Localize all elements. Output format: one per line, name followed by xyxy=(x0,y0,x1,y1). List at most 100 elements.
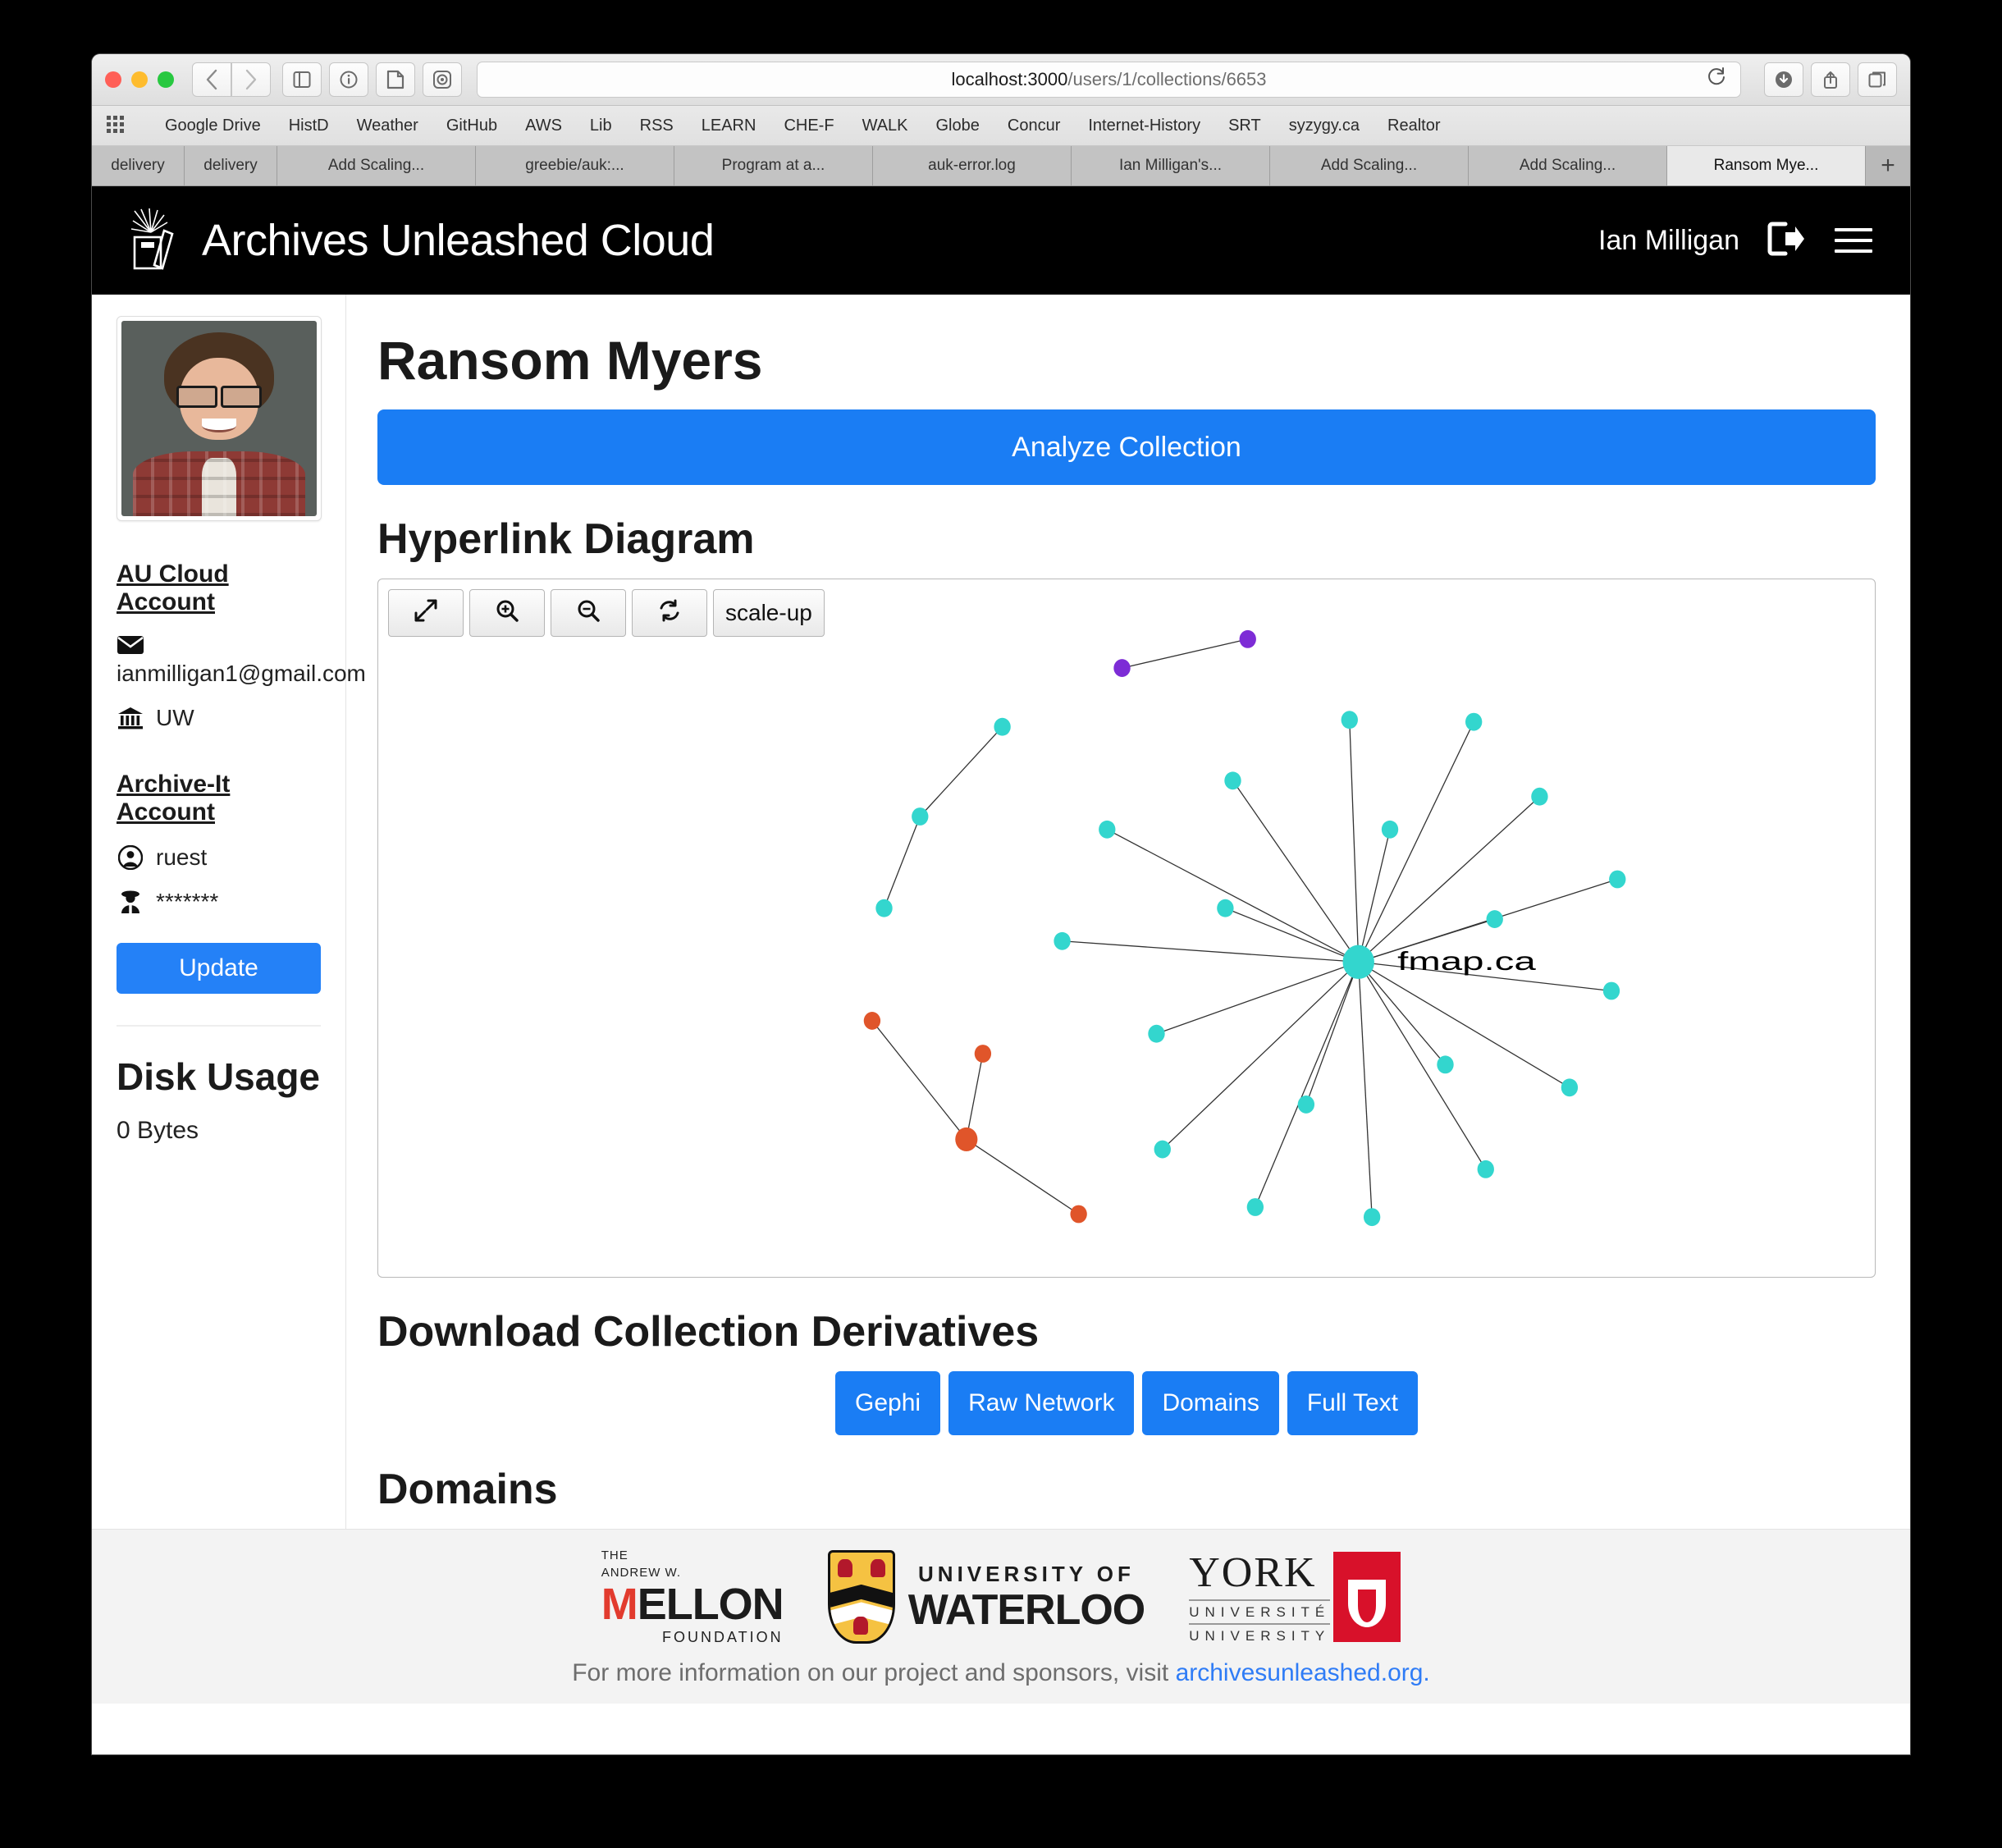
zoom-in-button[interactable] xyxy=(469,589,545,637)
graph-edge xyxy=(1306,962,1359,1105)
bookmark-item[interactable]: Weather xyxy=(343,117,432,135)
address-bar[interactable]: localhost:3000/users/1/collections/6653 xyxy=(477,62,1741,98)
hyperlink-diagram-panel[interactable]: scale-up fmap.ca xyxy=(377,579,1876,1278)
download-raw-network-button[interactable]: Raw Network xyxy=(948,1371,1135,1435)
graph-node[interactable] xyxy=(1113,659,1131,677)
browser-tab[interactable]: greebie/auk:... xyxy=(476,146,674,185)
brand[interactable]: Archives Unleashed Cloud xyxy=(130,208,715,274)
refresh-button[interactable] xyxy=(632,589,707,637)
browser-tab[interactable]: Add Scaling... xyxy=(1469,146,1667,185)
browser-tab[interactable]: Ian Milligan's... xyxy=(1072,146,1270,185)
download-full-text-button[interactable]: Full Text xyxy=(1287,1371,1418,1435)
graph-node[interactable] xyxy=(1099,820,1116,839)
graph-node[interactable] xyxy=(1609,870,1626,889)
browser-window: localhost:3000/users/1/collections/6653 xyxy=(92,54,1910,1754)
bookmark-item[interactable]: LEARN xyxy=(688,117,770,135)
bookmark-item[interactable]: AWS xyxy=(511,117,576,135)
expand-button[interactable] xyxy=(388,589,464,637)
sidebar-divider xyxy=(117,1025,321,1027)
analyze-collection-button[interactable]: Analyze Collection xyxy=(377,409,1876,485)
browser-tab[interactable]: delivery xyxy=(185,146,277,185)
browser-tab-active[interactable]: Ransom Mye... xyxy=(1667,146,1866,185)
zoom-out-button[interactable] xyxy=(551,589,626,637)
apps-grid-icon[interactable] xyxy=(107,116,126,135)
bookmark-item[interactable]: Realtor xyxy=(1374,117,1454,135)
graph-node[interactable] xyxy=(875,899,893,917)
browser-tab[interactable]: Add Scaling... xyxy=(277,146,476,185)
minimize-window-button[interactable] xyxy=(131,71,148,88)
bookmark-item[interactable]: Lib xyxy=(576,117,626,135)
graph-node[interactable] xyxy=(1297,1096,1315,1114)
bookmark-item[interactable]: syzygy.ca xyxy=(1275,117,1374,135)
graph-node[interactable] xyxy=(1561,1078,1579,1097)
reader-icon[interactable] xyxy=(376,62,415,97)
network-graph[interactable]: fmap.ca xyxy=(378,579,1875,1277)
reload-icon[interactable] xyxy=(1706,66,1727,93)
sign-out-icon[interactable] xyxy=(1767,221,1807,261)
bookmark-item[interactable]: SRT xyxy=(1214,117,1275,135)
download-domains-button[interactable]: Domains xyxy=(1142,1371,1279,1435)
bookmark-item[interactable]: HistD xyxy=(275,117,343,135)
graph-node[interactable] xyxy=(1246,1198,1264,1216)
archive-it-account-heading: Archive-It Account xyxy=(117,771,231,826)
browser-tab[interactable]: auk-error.log xyxy=(873,146,1072,185)
graph-node[interactable] xyxy=(1486,910,1503,928)
download-derivatives-title: Download Collection Derivatives xyxy=(377,1308,1040,1356)
back-icon[interactable] xyxy=(192,62,231,97)
browser-tab[interactable]: Add Scaling... xyxy=(1270,146,1469,185)
browser-tab[interactable]: delivery xyxy=(92,146,185,185)
graph-node[interactable] xyxy=(863,1012,881,1030)
email-row xyxy=(117,634,321,656)
graph-node[interactable] xyxy=(1465,712,1483,731)
bookmark-item[interactable]: Globe xyxy=(922,117,994,135)
close-window-button[interactable] xyxy=(105,71,121,88)
graph-node[interactable] xyxy=(994,717,1011,736)
york-u-mark-icon xyxy=(1333,1552,1401,1642)
graph-node[interactable] xyxy=(1477,1160,1494,1178)
bookmark-item[interactable]: RSS xyxy=(626,117,688,135)
maximize-window-button[interactable] xyxy=(158,71,174,88)
graph-node[interactable] xyxy=(955,1127,978,1151)
archivesunleashed-link[interactable]: archivesunleashed.org. xyxy=(1176,1659,1430,1686)
download-gephi-button[interactable]: Gephi xyxy=(835,1371,941,1435)
forward-icon[interactable] xyxy=(231,62,271,97)
browser-tab[interactable]: Program at a... xyxy=(674,146,873,185)
sidebar-icon[interactable] xyxy=(282,62,322,97)
bookmark-item[interactable]: Internet-History xyxy=(1074,117,1214,135)
graph-node[interactable] xyxy=(1363,1208,1381,1227)
info-icon[interactable] xyxy=(329,62,368,97)
graph-node[interactable] xyxy=(1531,787,1548,806)
graph-node[interactable] xyxy=(1602,981,1620,1000)
graph-node[interactable] xyxy=(912,807,929,826)
graph-node[interactable] xyxy=(1217,899,1234,917)
graph-node[interactable] xyxy=(1239,629,1256,648)
graph-node[interactable] xyxy=(1148,1024,1165,1043)
graph-edge xyxy=(1359,797,1540,963)
institution-icon xyxy=(117,706,144,730)
share-icon[interactable] xyxy=(1811,62,1850,97)
graph-node[interactable] xyxy=(1437,1055,1454,1074)
update-button[interactable]: Update xyxy=(117,943,321,994)
graph-node[interactable] xyxy=(1381,820,1399,839)
hamburger-menu-icon[interactable] xyxy=(1835,228,1872,253)
graph-node[interactable] xyxy=(1342,945,1374,979)
graph-node[interactable] xyxy=(974,1045,992,1063)
bookmark-item[interactable]: Google Drive xyxy=(151,117,275,135)
download-icon[interactable] xyxy=(1764,62,1803,97)
password-value: ******* xyxy=(156,889,219,914)
scale-up-button[interactable]: scale-up xyxy=(713,589,825,637)
bookmark-item[interactable]: GitHub xyxy=(432,117,511,135)
tab-overview-icon[interactable] xyxy=(1858,62,1897,97)
privacy-icon[interactable] xyxy=(423,62,462,97)
graph-node[interactable] xyxy=(1070,1205,1087,1224)
download-buttons: Gephi Raw Network Domains Full Text xyxy=(377,1371,1876,1435)
graph-node[interactable] xyxy=(1224,771,1241,790)
bookmark-item[interactable]: WALK xyxy=(848,117,922,135)
graph-edge xyxy=(1350,720,1359,962)
bookmark-item[interactable]: CHE-F xyxy=(770,117,848,135)
graph-node[interactable] xyxy=(1154,1140,1171,1159)
graph-node[interactable] xyxy=(1341,711,1358,730)
new-tab-button[interactable]: + xyxy=(1866,146,1910,185)
bookmark-item[interactable]: Concur xyxy=(994,117,1074,135)
graph-node[interactable] xyxy=(1054,931,1071,950)
